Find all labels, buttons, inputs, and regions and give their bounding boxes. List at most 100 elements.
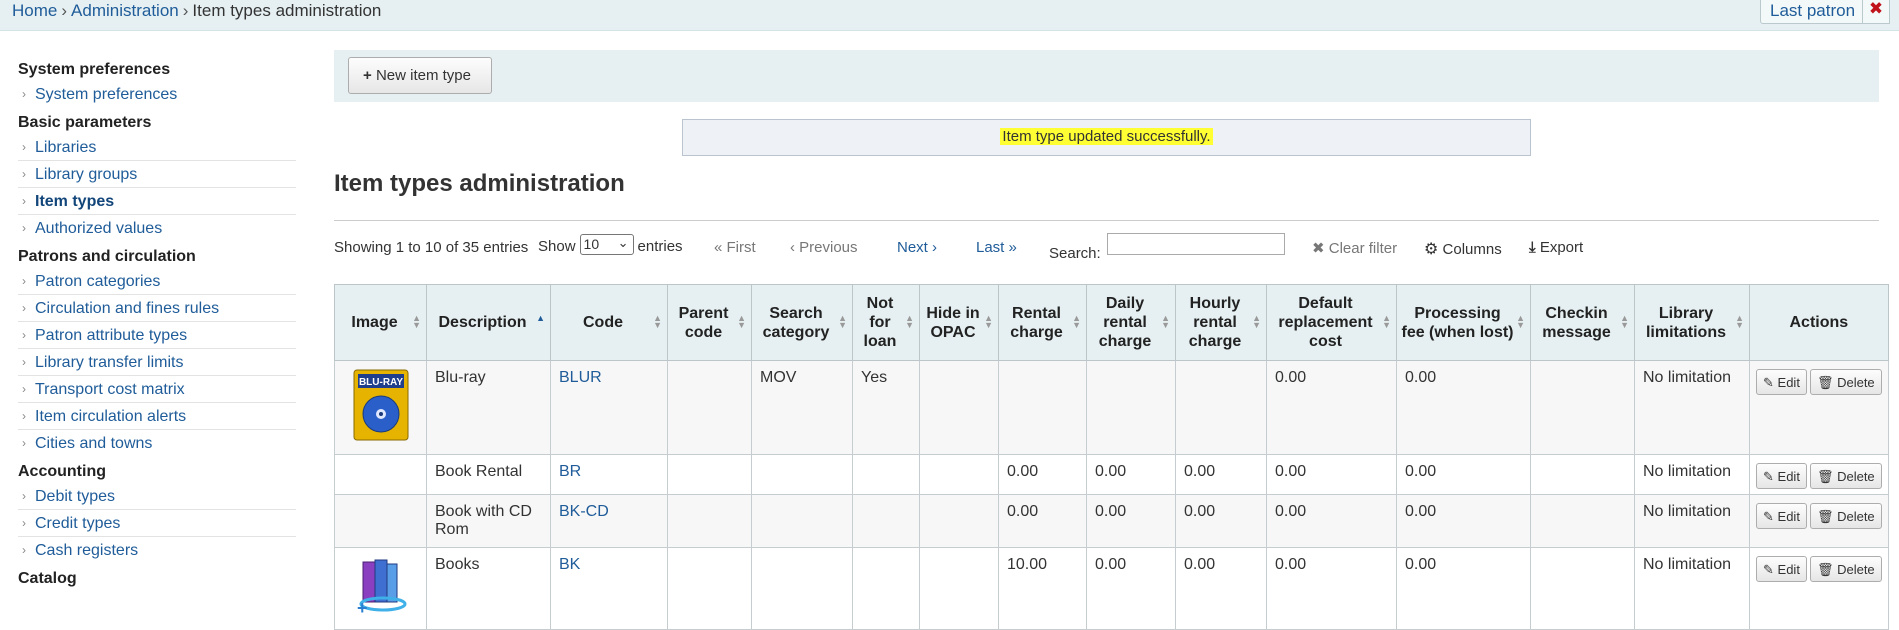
edit-button[interactable]: ✎ Edit [1756,503,1807,529]
cell-value: Books [435,556,480,573]
pencil-icon: ✎ [1763,469,1774,484]
sidebar-item[interactable]: › Transport cost matrix [18,376,296,403]
item-type-code-link[interactable]: BR [559,463,581,480]
item-type-code-link[interactable]: BK-CD [559,503,609,520]
sidebar-item-label[interactable]: Library groups [35,166,137,183]
search-input[interactable] [1106,233,1285,255]
sidebar-item[interactable]: › Credit types [18,510,296,537]
column-header[interactable]: Library limitations ▲ ▼ [1634,284,1750,361]
sidebar-item-label[interactable]: Item types [35,193,114,210]
page-size-select[interactable]: 10 ⌄ [579,234,634,255]
column-header-label: Library limitations [1645,304,1726,341]
chevron-right-icon: › [22,221,26,235]
previous-page-link[interactable]: ‹ Previous [790,239,858,256]
cell-actions: ✎ Edit 🗑 Delete [1749,454,1889,495]
sidebar-item[interactable]: › System preferences [18,81,296,108]
sidebar-heading: Patrons and circulation [18,248,196,265]
sidebar-item[interactable]: › Libraries [18,134,296,161]
delete-button[interactable]: 🗑 Delete [1809,556,1882,582]
sidebar-item-label[interactable]: Cities and towns [35,435,152,452]
column-header[interactable]: Parent code ▲ ▼ [667,284,752,361]
cell-rental: 10.00 [998,547,1087,630]
column-header[interactable]: Default replacement cost ▲ ▼ [1266,284,1397,361]
sidebar-item[interactable]: › Debit types [18,483,296,510]
sidebar-item[interactable]: › Item types [18,188,296,215]
last-patron-button[interactable]: Last patron [1760,0,1874,24]
sidebar-item-label[interactable]: Transport cost matrix [35,381,185,398]
breadcrumb-home[interactable]: Home [12,1,57,20]
page-title: Item types administration [334,170,625,197]
cell-rental [998,360,1087,455]
breadcrumb-separator: › [182,1,189,20]
first-page-link[interactable]: « First [714,239,756,256]
columns-button[interactable]: ⚙ Columns [1424,239,1502,259]
sidebar-item-label[interactable]: Debit types [35,488,115,505]
column-header[interactable]: Image ▲ ▼ [334,284,427,361]
column-header[interactable]: Hide in OPAC ▲ ▼ [919,284,999,361]
column-header[interactable]: Not for loan ▲ ▼ [852,284,920,361]
edit-button[interactable]: ✎ Edit [1756,463,1807,489]
cell-parent [667,360,752,455]
item-type-code-link[interactable]: BK [559,556,580,573]
next-page-link[interactable]: Next › [897,239,937,256]
column-header[interactable]: Rental charge ▲ ▼ [998,284,1087,361]
new-item-type-button[interactable]: + New item type [348,57,492,94]
cell-value: No limitation [1643,463,1732,480]
column-header[interactable]: Daily rental charge ▲ ▼ [1086,284,1176,361]
breadcrumb-administration[interactable]: Administration [71,1,179,20]
column-header[interactable]: Checkin message ▲ ▼ [1530,284,1635,361]
close-icon[interactable]: ✖ [1862,0,1890,24]
last-page-link[interactable]: Last » [976,239,1017,256]
column-header[interactable]: Processing fee (when lost) ▲ ▼ [1396,284,1531,361]
column-header[interactable]: Hourly rental charge ▲ ▼ [1175,284,1267,361]
edit-button[interactable]: ✎ Edit [1756,369,1807,395]
sidebar-item[interactable]: › Patron attribute types [18,322,296,349]
sidebar-item[interactable]: › Authorized values [18,215,296,242]
sidebar-item-label[interactable]: Credit types [35,515,120,532]
sidebar-item-label[interactable]: Patron categories [35,273,160,290]
delete-button[interactable]: 🗑 Delete [1809,463,1882,489]
sidebar-item[interactable]: › Cash registers [18,537,296,564]
pencil-icon: ✎ [1763,562,1774,577]
sidebar-item-label[interactable]: Circulation and fines rules [35,300,219,317]
sort-icon: ▲ ▼ [905,313,914,330]
sidebar-item[interactable]: › Cities and towns [18,430,296,457]
cell-value: Book with CD Rom [435,503,532,538]
sort-icon: ▲ ▼ [1252,313,1261,330]
export-button[interactable]: ⤓ Export [1529,239,1583,256]
books-icon: + [357,559,406,618]
cell-parent [667,454,752,495]
sidebar-item-label[interactable]: Item circulation alerts [35,408,186,425]
item-type-code-link[interactable]: BLUR [559,369,602,386]
chevron-right-icon: › [22,543,26,557]
sidebar-item-label[interactable]: Library transfer limits [35,354,183,371]
sidebar-item-label[interactable]: Libraries [35,139,96,156]
cell-hide [919,494,999,548]
cell-search-category [751,494,853,548]
sidebar-item-label[interactable]: Cash registers [35,542,138,559]
column-header[interactable]: Description ▲ [426,284,551,361]
sidebar-item[interactable]: › Item circulation alerts [18,403,296,430]
sidebar-item[interactable]: › Library transfer limits [18,349,296,376]
item-types-table: Image ▲ ▼ Description ▲ Code ▲ ▼ Parent code ▲ ▼ Se… [334,284,1889,630]
breadcrumb-current: Item types administration [192,1,382,20]
chevron-right-icon: › [22,328,26,342]
column-header[interactable]: Search category ▲ ▼ [751,284,853,361]
delete-button[interactable]: 🗑 Delete [1809,369,1882,395]
cell-description: Books [426,547,551,630]
sidebar-item-label[interactable]: Patron attribute types [35,327,187,344]
cell-value: No limitation [1643,369,1732,386]
clear-filter-button[interactable]: ✖ Clear filter [1312,239,1397,257]
sidebar-item[interactable]: › Circulation and fines rules [18,295,296,322]
delete-button[interactable]: 🗑 Delete [1809,503,1882,529]
column-header-label: Hide in OPAC [926,304,980,341]
sidebar-item-label[interactable]: Authorized values [35,220,162,237]
sidebar-item[interactable]: › Patron categories [18,268,296,295]
cell-code: BK-CD [550,494,668,548]
edit-button[interactable]: ✎ Edit [1756,556,1807,582]
column-header[interactable]: Code ▲ ▼ [550,284,668,361]
sidebar-item-label[interactable]: System preferences [35,86,177,103]
sidebar-group: System preferences › System preferences [18,58,296,108]
sidebar-item[interactable]: › Library groups [18,161,296,188]
column-header-label: Checkin message [1542,304,1611,341]
